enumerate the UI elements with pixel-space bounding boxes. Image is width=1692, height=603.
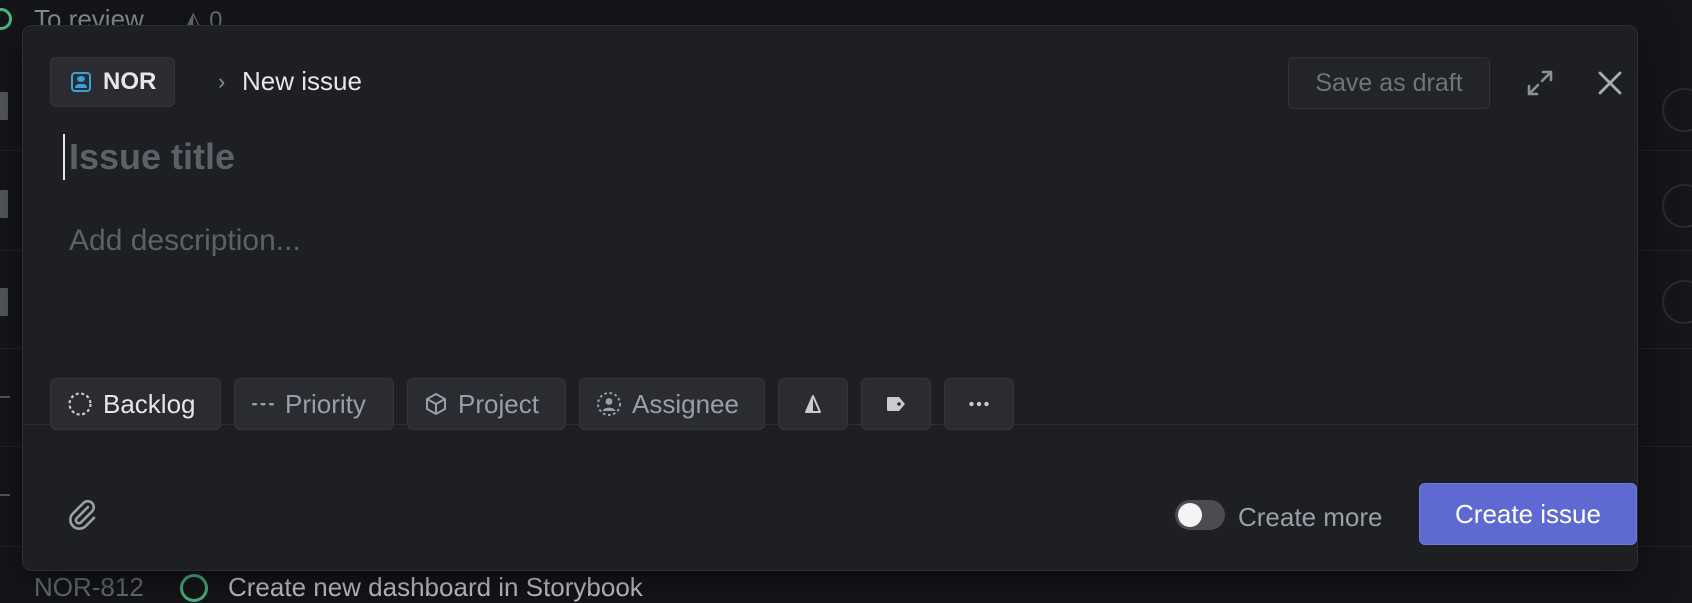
new-issue-modal: NOR › New issue Save as draft Issue titl… xyxy=(22,25,1638,571)
priority-bar-icon xyxy=(0,190,8,218)
priority-bar-icon xyxy=(0,92,8,120)
label-tag-icon xyxy=(887,397,905,411)
breadcrumb-separator: › xyxy=(218,69,226,94)
footer-divider xyxy=(23,424,1637,425)
status-label: Backlog xyxy=(103,388,196,419)
status-selector[interactable]: Backlog xyxy=(50,378,221,430)
issue-title: Create new dashboard in Storybook xyxy=(228,572,643,602)
label-selector[interactable] xyxy=(861,378,931,430)
estimate-icon xyxy=(805,395,821,413)
issue-title-input[interactable] xyxy=(63,129,1569,185)
create-more-label: Create more xyxy=(1238,502,1383,532)
no-priority-icon xyxy=(0,396,10,398)
team-key: NOR xyxy=(103,68,157,95)
priority-selector[interactable]: Priority xyxy=(234,378,394,430)
text-caret xyxy=(63,134,65,180)
toggle-knob xyxy=(1178,503,1202,527)
backlog-status-icon xyxy=(68,392,92,416)
attach-file-button[interactable] xyxy=(64,497,100,533)
project-label: Project xyxy=(458,388,539,419)
estimate-selector[interactable] xyxy=(778,378,848,430)
assignee-label: Assignee xyxy=(632,388,739,419)
breadcrumb-title: New issue xyxy=(242,66,362,96)
close-icon xyxy=(1598,71,1622,95)
in-review-status-icon xyxy=(0,8,12,30)
issue-row: NOR-812 Create new dashboard in Storyboo… xyxy=(0,572,1692,602)
expand-icon xyxy=(1527,70,1553,96)
expand-button[interactable] xyxy=(1523,66,1557,100)
no-priority-icon xyxy=(0,494,10,496)
assignee-selector[interactable]: Assignee xyxy=(579,378,765,430)
priority-bar-icon xyxy=(0,288,8,316)
in-progress-status-icon xyxy=(180,574,208,602)
paperclip-icon xyxy=(69,499,96,530)
issue-id: NOR-812 xyxy=(34,572,144,602)
team-icon xyxy=(71,72,91,92)
close-button[interactable] xyxy=(1593,66,1627,100)
more-ellipsis-icon xyxy=(969,401,989,407)
create-issue-button[interactable]: Create issue xyxy=(1419,483,1637,545)
no-priority-icon xyxy=(252,403,274,406)
issue-properties-bar: Backlog Priority Project Assignee xyxy=(50,378,1014,430)
avatar xyxy=(1662,88,1692,132)
issue-description-input[interactable] xyxy=(63,218,1575,350)
project-cube-icon xyxy=(426,393,446,415)
team-selector[interactable]: NOR xyxy=(50,57,176,107)
priority-label: Priority xyxy=(285,388,366,419)
create-more-toggle[interactable] xyxy=(1175,500,1225,530)
assignee-icon xyxy=(597,392,621,416)
save-as-draft-button[interactable]: Save as draft xyxy=(1288,57,1490,109)
more-options-button[interactable] xyxy=(944,378,1014,430)
project-selector[interactable]: Project xyxy=(407,378,566,430)
avatar xyxy=(1662,280,1692,324)
avatar xyxy=(1662,184,1692,228)
